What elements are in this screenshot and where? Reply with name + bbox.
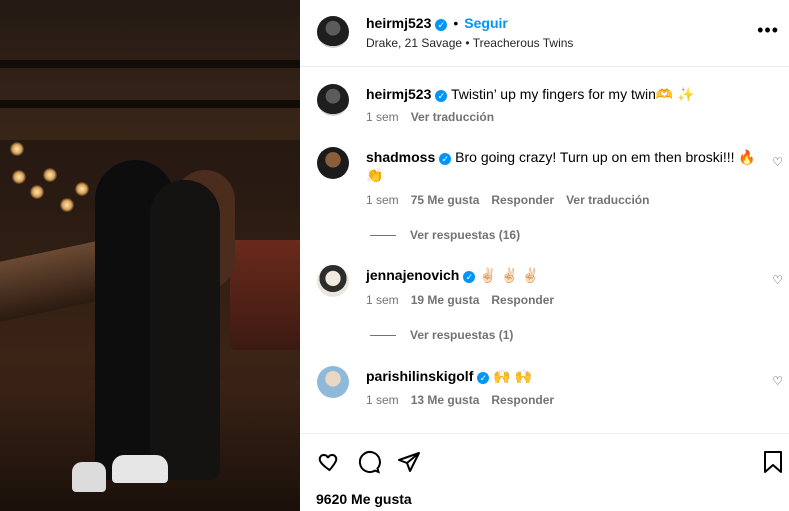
photo-shoe (72, 462, 106, 492)
comment-likes[interactable]: 75 Me gusta (411, 193, 480, 207)
header-user-row: heirmj523 ✓ • Seguir (366, 15, 508, 33)
like-comment-icon[interactable]: ♡ (772, 273, 783, 287)
comment-time[interactable]: 1 sem (366, 193, 399, 207)
comment-icon[interactable] (357, 450, 381, 480)
photo-beam (0, 60, 300, 68)
view-replies-button[interactable]: Ver respuestas (16) (370, 228, 520, 242)
like-count[interactable]: 9620 Me gusta (316, 491, 412, 507)
photo-booth (230, 240, 300, 350)
comment-time[interactable]: 1 sem (366, 293, 399, 307)
action-bar: 9620 Me gusta (300, 433, 789, 511)
bookmark-icon[interactable] (762, 450, 784, 480)
verified-icon: ✓ (477, 372, 490, 384)
share-icon[interactable] (397, 450, 421, 480)
photo-ceiling (0, 0, 300, 140)
comment-meta: 1 sem 75 Me gusta Responder Ver traducción (366, 193, 661, 207)
comment-text-row: shadmoss ✓ Bro going crazy! Turn up on em… (366, 148, 766, 184)
photo-lamp (12, 170, 26, 184)
comment-meta: 1 sem 13 Me gusta Responder (366, 393, 566, 407)
comment-text-row: parishilinskigolf ✓ 🙌 🙌 (366, 367, 766, 385)
verified-icon: ✓ (439, 153, 452, 165)
post-header: heirmj523 ✓ • Seguir Drake, 21 Savage • Tre… (300, 0, 789, 67)
comment-time[interactable]: 1 sem (366, 393, 399, 407)
caption-username[interactable]: heirmj523 (366, 86, 431, 102)
verified-icon: ✓ (463, 271, 476, 283)
caption-time[interactable]: 1 sem (366, 110, 399, 124)
view-replies-label: Ver respuestas (16) (410, 228, 521, 242)
comment-meta: 1 sem 19 Me gusta Responder (366, 293, 566, 307)
reply-button[interactable]: Responder (491, 393, 554, 407)
audio-label[interactable]: Drake, 21 Savage • Treacherous Twins (366, 36, 573, 50)
photo-lamp (30, 185, 44, 199)
translate-link[interactable]: Ver traducción (411, 110, 494, 124)
like-comment-icon[interactable]: ♡ (772, 155, 783, 169)
like-comment-icon[interactable]: ♡ (772, 374, 783, 388)
photo-lamp (10, 142, 24, 156)
caption-meta: 1 sem Ver traducción (366, 110, 506, 124)
avatar[interactable] (317, 16, 349, 48)
reply-button[interactable]: Responder (491, 293, 554, 307)
post-photo[interactable] (0, 0, 300, 511)
comment-username[interactable]: parishilinskigolf (366, 368, 473, 384)
verified-icon: ✓ (435, 19, 448, 31)
follow-button[interactable]: Seguir (464, 15, 508, 31)
reply-button[interactable]: Responder (491, 193, 554, 207)
avatar[interactable] (317, 366, 349, 398)
comment-text: ✌🏻 ✌🏻 ✌🏻 (479, 267, 540, 283)
view-replies-button[interactable]: Ver respuestas (1) (370, 328, 513, 342)
photo-beam (0, 100, 300, 108)
avatar[interactable] (317, 147, 349, 179)
comment-likes[interactable]: 13 Me gusta (411, 393, 480, 407)
heart-icon[interactable] (316, 450, 340, 480)
photo-person (150, 180, 220, 480)
caption-text-row: heirmj523 ✓ Twistin’ up my fingers for my… (366, 85, 766, 103)
comment-likes[interactable]: 19 Me gusta (411, 293, 480, 307)
translate-link[interactable]: Ver traducción (566, 193, 649, 207)
comment-username[interactable]: shadmoss (366, 149, 435, 165)
comment-username[interactable]: jennajenovich (366, 267, 459, 283)
photo-lamp (75, 182, 89, 196)
replies-divider (370, 335, 396, 337)
caption-text: Twistin’ up my fingers for my twin🫶 ✨ (451, 86, 695, 102)
photo-bar (0, 238, 110, 322)
comment-text-row: jennajenovich ✓ ✌🏻 ✌🏻 ✌🏻 (366, 266, 766, 284)
comment-text: 🙌 🙌 (493, 368, 533, 384)
view-replies-label: Ver respuestas (1) (410, 328, 514, 342)
post-panel: heirmj523 ✓ • Seguir Drake, 21 Savage • Tre… (300, 0, 789, 511)
author-username[interactable]: heirmj523 (366, 15, 431, 31)
separator-dot: • (453, 15, 459, 31)
more-options-icon[interactable]: ••• (757, 20, 779, 41)
photo-shoe (112, 455, 168, 483)
avatar[interactable] (317, 265, 349, 297)
replies-divider (370, 235, 396, 237)
photo-lamp (60, 198, 74, 212)
verified-icon: ✓ (435, 90, 448, 102)
photo-lamp (43, 168, 57, 182)
avatar[interactable] (317, 84, 349, 116)
